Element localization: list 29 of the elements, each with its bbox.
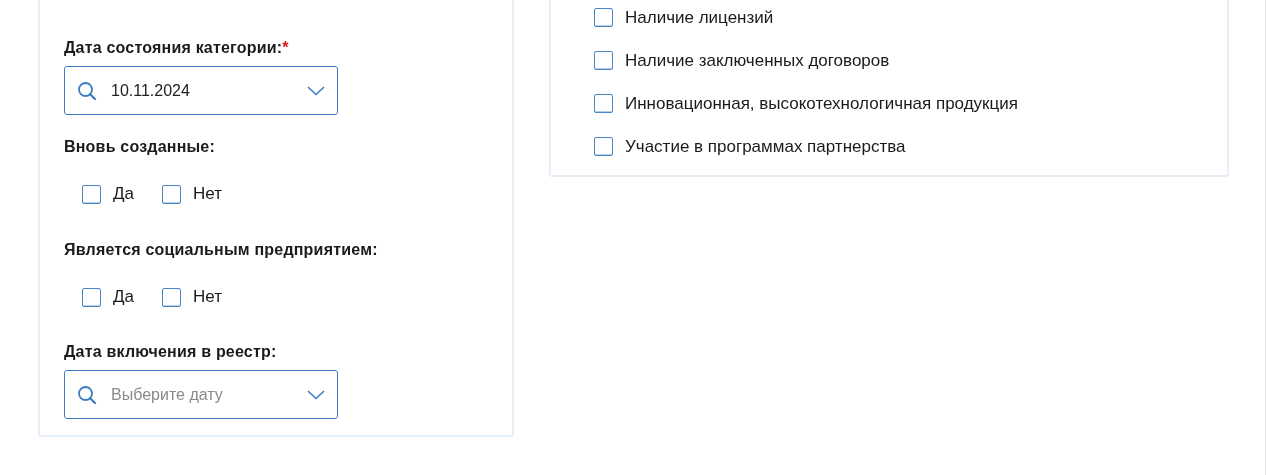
option-label[interactable]: Инновационная, высокотехнологичная продукция — [625, 90, 1018, 117]
caret-icon[interactable] — [307, 389, 325, 400]
date-input[interactable]: Выберите дату — [109, 381, 307, 408]
checkbox[interactable] — [594, 94, 613, 113]
checkbox[interactable] — [161, 184, 181, 204]
field-label: Является социальным предприятием: — [64, 241, 378, 258]
checkbox[interactable] — [82, 184, 101, 204]
checkbox[interactable] — [594, 137, 613, 156]
option-label[interactable]: Нет — [192, 284, 222, 310]
option-label[interactable]: Да — [113, 284, 134, 310]
option-label[interactable]: Наличие заключенных договоров — [625, 47, 890, 74]
checkbox[interactable] — [594, 51, 613, 70]
checkbox[interactable] — [594, 8, 613, 27]
option-label[interactable]: Нет — [192, 181, 222, 207]
search-icon — [77, 384, 97, 405]
caret-icon[interactable] — [307, 85, 325, 96]
date-picker[interactable]: 10.11.2024 — [64, 66, 338, 115]
checkbox[interactable] — [161, 287, 181, 307]
option-label[interactable]: Участие в программах партнерства — [625, 133, 906, 160]
date-picker[interactable]: Выберите дату — [64, 370, 338, 419]
option-label[interactable]: Да — [113, 181, 134, 207]
field-label: Вновь созданные: — [64, 138, 215, 155]
field-label: Дата включения в реестр: — [64, 343, 277, 360]
field-label: Дата состояния категории: — [64, 39, 283, 56]
checkbox[interactable] — [82, 287, 101, 307]
required-mark: * — [282, 39, 289, 56]
option-label[interactable]: Наличие лицензий — [625, 4, 774, 31]
search-icon — [77, 80, 97, 101]
date-input[interactable]: 10.11.2024 — [109, 77, 307, 104]
